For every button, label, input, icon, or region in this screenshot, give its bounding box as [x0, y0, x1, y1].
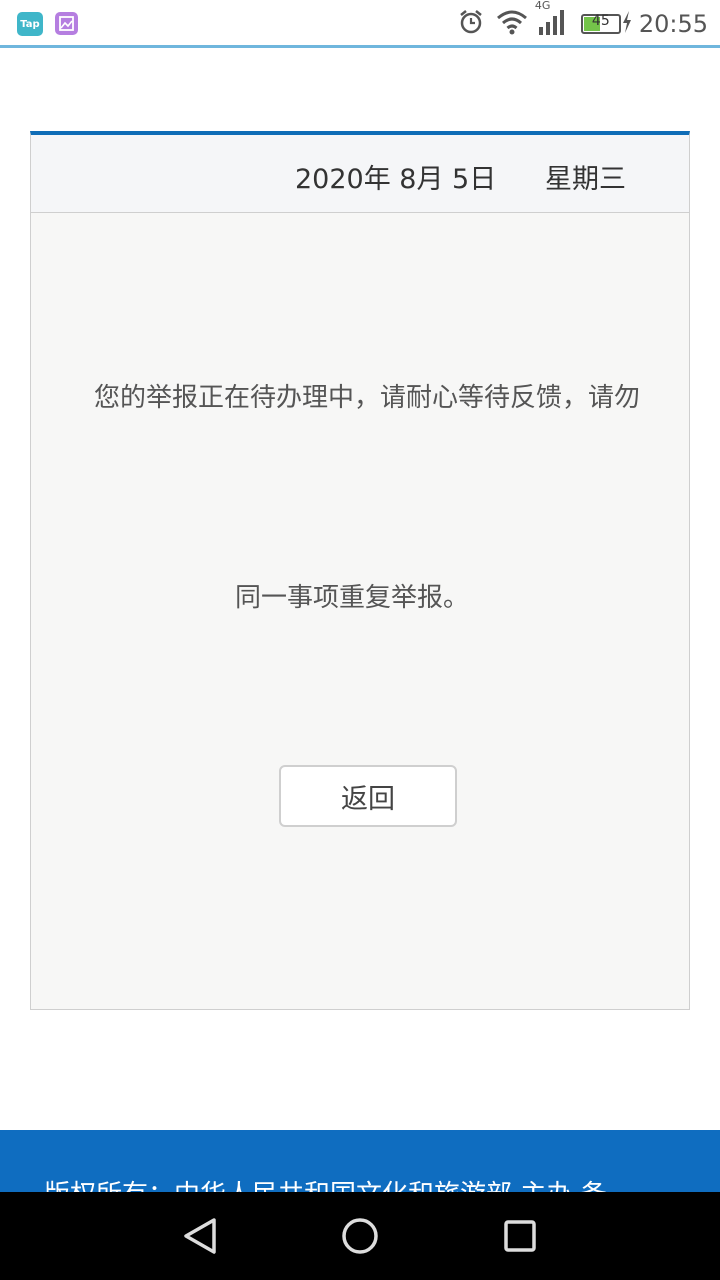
network-type-label: 4G — [534, 0, 551, 12]
battery-icon: 45 — [580, 13, 621, 34]
message-line-1: 您的举报正在待办理中，请耐心等待反馈，请勿 — [94, 383, 641, 413]
footer-copyright-text: 版权所有：中华人民共和国文化和旅游部 主办 备 — [44, 1174, 607, 1192]
tap-app-icon: Tap — [17, 12, 43, 36]
battery-level-text: 45 — [591, 13, 610, 29]
date-text: 2020年 8月 5日 — [295, 164, 497, 195]
gallery-app-icon — [55, 12, 78, 35]
status-icons: 4G 45 20:55 — [457, 0, 708, 42]
recent-square-icon[interactable] — [498, 1214, 542, 1258]
system-nav-bar — [0, 1192, 720, 1280]
card-header: 2020年 8月 5日 星期三 — [31, 135, 689, 213]
clock-time: 20:55 — [638, 10, 708, 38]
back-button[interactable]: 返回 — [279, 765, 457, 827]
weekday-text: 星期三 — [545, 164, 626, 195]
notice-card: 2020年 8月 5日 星期三 您的举报正在待办理中，请耐心等待反馈，请勿 同一… — [30, 131, 690, 1010]
alarm-icon — [457, 8, 485, 40]
signal-icon: 4G — [535, 0, 567, 41]
status-bar: Tap 4G 45 20:55 — [0, 0, 720, 48]
message-line-2: 同一事项重复举报。 — [235, 583, 470, 613]
back-triangle-icon[interactable] — [178, 1214, 222, 1258]
wifi-icon — [495, 8, 529, 40]
home-circle-icon[interactable] — [338, 1214, 382, 1258]
charging-icon — [621, 10, 633, 38]
site-footer: 版权所有：中华人民共和国文化和旅游部 主办 备 — [0, 1130, 720, 1192]
